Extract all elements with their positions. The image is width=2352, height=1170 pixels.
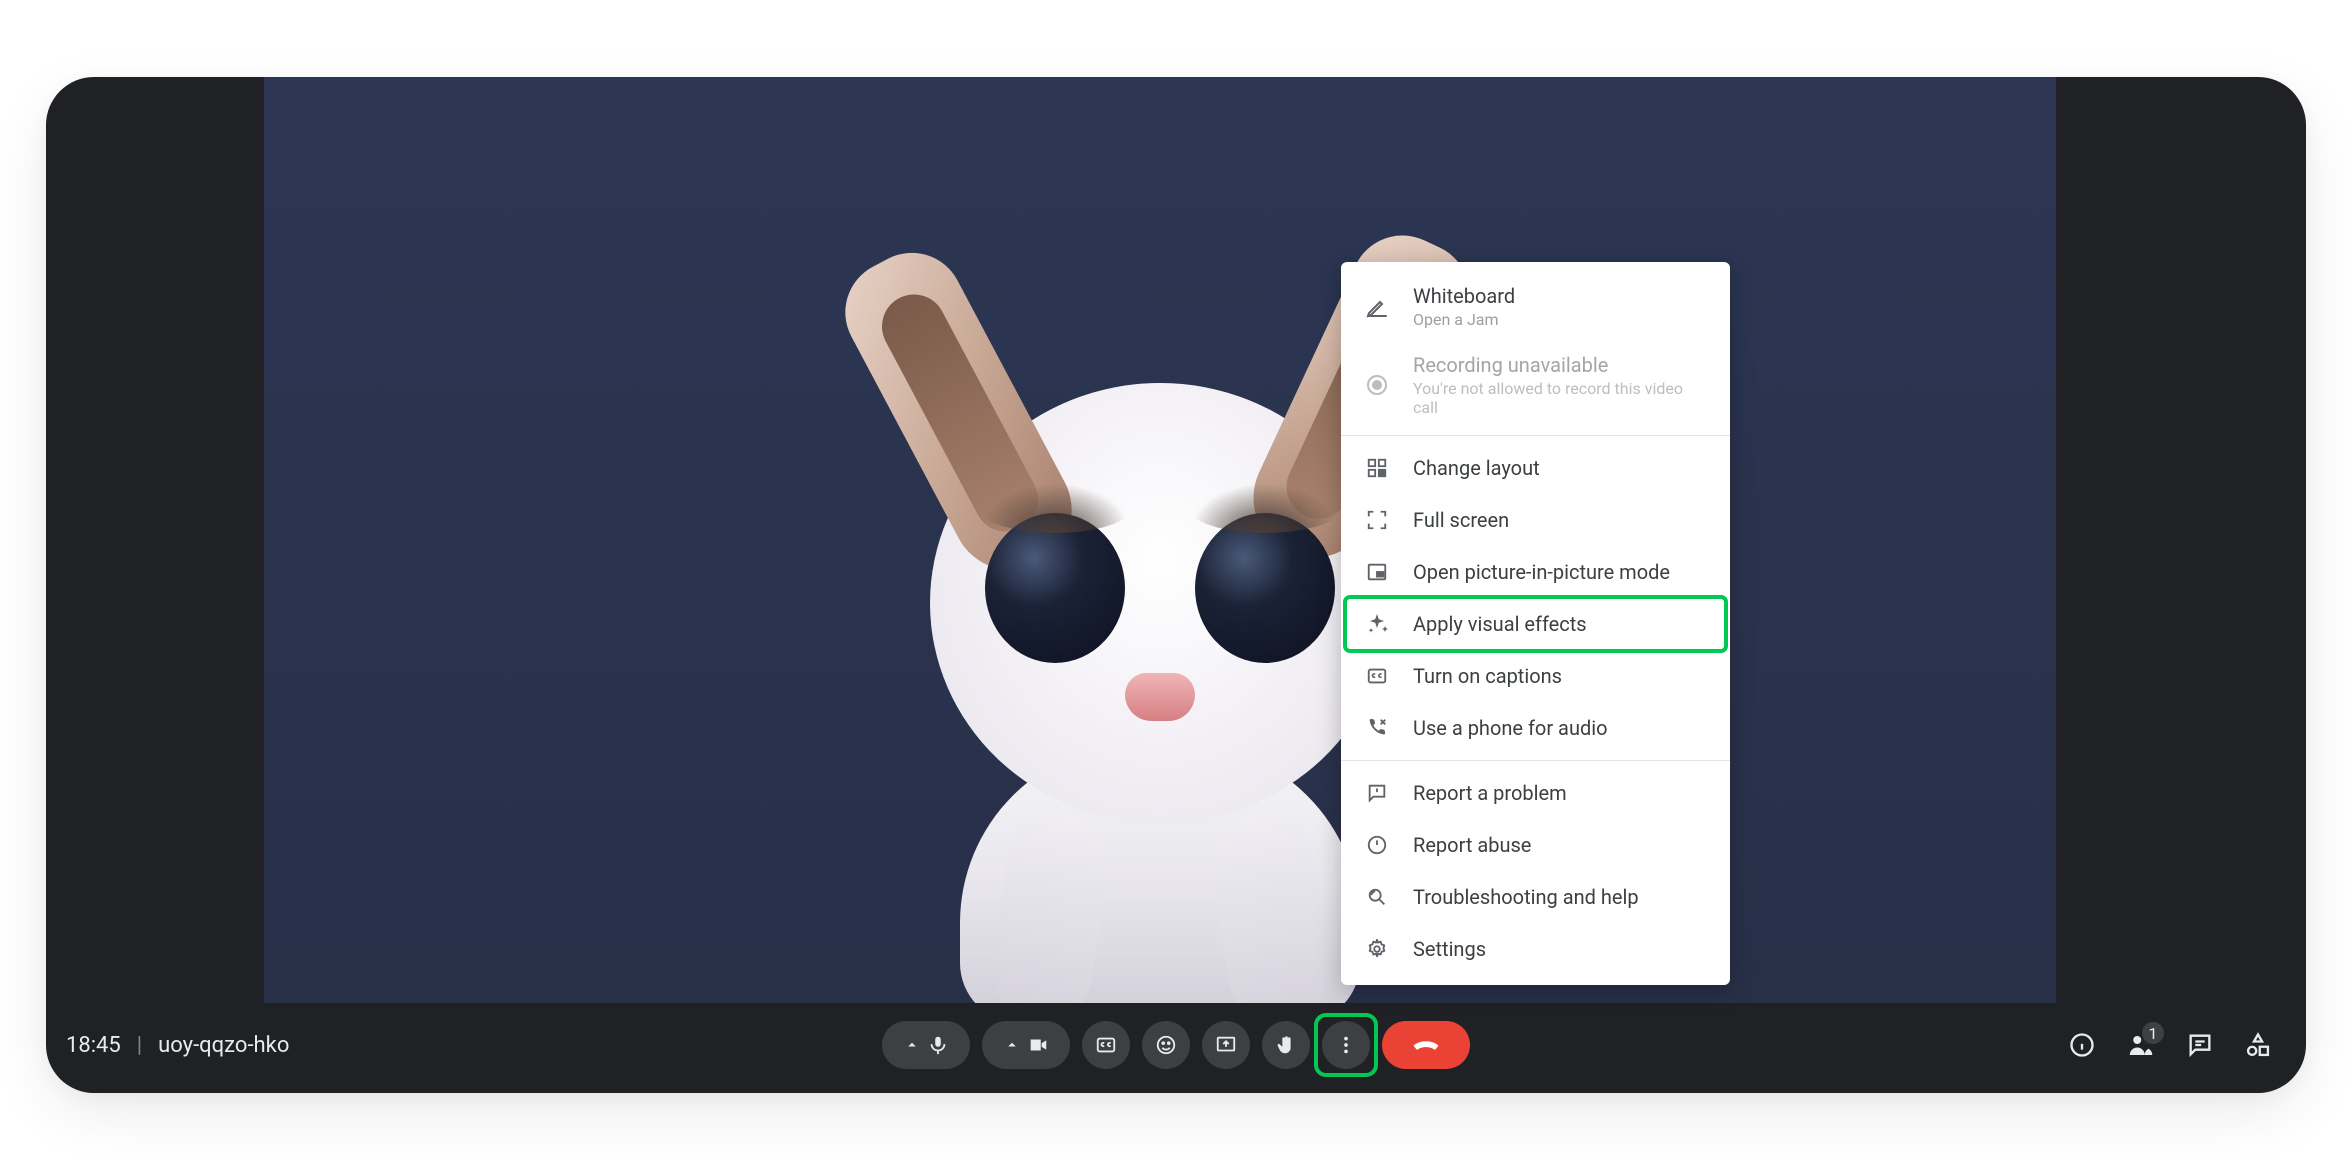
- menu-label: Settings: [1413, 937, 1486, 961]
- side-panel-controls: 1: [2068, 1030, 2286, 1060]
- meeting-time: 18:45: [66, 1033, 121, 1058]
- menu-sub: You're not allowed to record this video …: [1413, 379, 1708, 417]
- shapes-icon: [2244, 1031, 2272, 1059]
- people-button[interactable]: 1: [2126, 1030, 2156, 1060]
- feedback-icon: [1363, 779, 1391, 807]
- reactions-button[interactable]: [1142, 1021, 1190, 1069]
- pencil-icon: [1363, 293, 1391, 321]
- menu-item-pip[interactable]: Open picture-in-picture mode: [1341, 546, 1730, 598]
- menu-sub: Open a Jam: [1413, 310, 1515, 329]
- video-tile: [264, 77, 2056, 1003]
- hand-icon: [1275, 1034, 1297, 1056]
- call-controls: [882, 1021, 1470, 1069]
- menu-item-visual-effects[interactable]: Apply visual effects: [1341, 598, 1730, 650]
- more-options-button[interactable]: [1322, 1021, 1370, 1069]
- menu-label: Whiteboard: [1413, 284, 1515, 308]
- separator: |: [137, 1033, 142, 1058]
- present-button[interactable]: [1202, 1021, 1250, 1069]
- more-vertical-icon: [1335, 1034, 1357, 1056]
- meeting-code: uoy-qqzo-hko: [158, 1033, 289, 1058]
- menu-item-troubleshoot[interactable]: Troubleshooting and help: [1341, 871, 1730, 923]
- raise-hand-button[interactable]: [1262, 1021, 1310, 1069]
- menu-label: Use a phone for audio: [1413, 716, 1608, 740]
- menu-label: Open picture-in-picture mode: [1413, 560, 1670, 584]
- pip-icon: [1363, 558, 1391, 586]
- menu-separator: [1341, 435, 1730, 436]
- meeting-details-button[interactable]: [2068, 1031, 2096, 1059]
- menu-item-change-layout[interactable]: Change layout: [1341, 442, 1730, 494]
- chat-icon: [2186, 1031, 2214, 1059]
- camera-icon: [1027, 1034, 1049, 1056]
- menu-label: Report abuse: [1413, 833, 1531, 857]
- fullscreen-icon: [1363, 506, 1391, 534]
- menu-label: Full screen: [1413, 508, 1509, 532]
- sparkle-icon: [1363, 610, 1391, 638]
- meeting-info: 18:45 | uoy-qqzo-hko: [66, 1033, 289, 1058]
- camera-button[interactable]: [982, 1021, 1070, 1069]
- more-options-menu: Whiteboard Open a Jam Recording unavaila…: [1341, 262, 1730, 985]
- menu-item-settings[interactable]: Settings: [1341, 923, 1730, 975]
- participant-count-badge: 1: [2140, 1020, 2166, 1046]
- layout-icon: [1363, 454, 1391, 482]
- activities-button[interactable]: [2244, 1031, 2272, 1059]
- captions-button[interactable]: [1082, 1021, 1130, 1069]
- menu-label: Change layout: [1413, 456, 1540, 480]
- hangup-icon: [1411, 1030, 1441, 1060]
- info-icon: [2068, 1031, 2096, 1059]
- warning-icon: [1363, 831, 1391, 859]
- menu-item-report-abuse[interactable]: Report abuse: [1341, 819, 1730, 871]
- emoji-icon: [1155, 1034, 1177, 1056]
- meeting-window: Whiteboard Open a Jam Recording unavaila…: [46, 77, 2306, 1093]
- menu-item-report-problem[interactable]: Report a problem: [1341, 767, 1730, 819]
- chat-button[interactable]: [2186, 1031, 2214, 1059]
- phone-audio-icon: [1363, 714, 1391, 742]
- present-icon: [1215, 1034, 1237, 1056]
- gear-icon: [1363, 935, 1391, 963]
- cc-icon: [1095, 1034, 1117, 1056]
- menu-label: Report a problem: [1413, 781, 1567, 805]
- menu-label: Recording unavailable: [1413, 353, 1708, 377]
- bottom-toolbar: 18:45 | uoy-qqzo-hko: [46, 997, 2306, 1093]
- menu-label: Apply visual effects: [1413, 612, 1587, 636]
- menu-label: Troubleshooting and help: [1413, 885, 1639, 909]
- captions-icon: [1363, 662, 1391, 690]
- menu-separator: [1341, 760, 1730, 761]
- mic-icon: [927, 1034, 949, 1056]
- menu-item-recording: Recording unavailable You're not allowed…: [1341, 341, 1730, 429]
- troubleshoot-icon: [1363, 883, 1391, 911]
- menu-item-captions[interactable]: Turn on captions: [1341, 650, 1730, 702]
- menu-item-fullscreen[interactable]: Full screen: [1341, 494, 1730, 546]
- menu-item-phone-audio[interactable]: Use a phone for audio: [1341, 702, 1730, 754]
- leave-call-button[interactable]: [1382, 1021, 1470, 1069]
- record-icon: [1363, 371, 1391, 399]
- menu-label: Turn on captions: [1413, 664, 1562, 688]
- menu-item-whiteboard[interactable]: Whiteboard Open a Jam: [1341, 272, 1730, 341]
- mic-button[interactable]: [882, 1021, 970, 1069]
